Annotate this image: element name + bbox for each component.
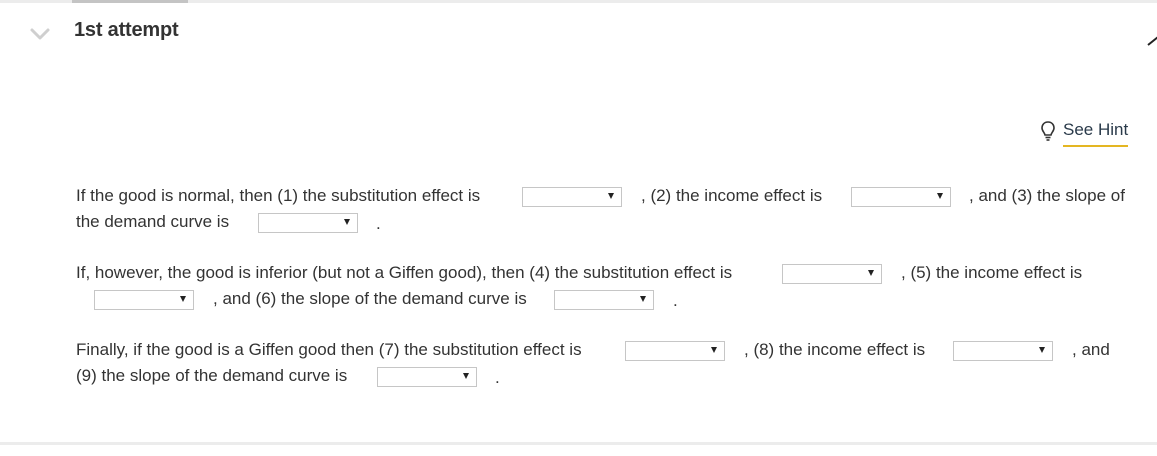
q3-text-part3: , and bbox=[1072, 340, 1110, 359]
dropdown-arrow-icon bbox=[640, 296, 646, 302]
q1-end-period: . bbox=[376, 214, 381, 233]
lightbulb-icon bbox=[1041, 121, 1055, 141]
dropdown-9-slope-giffen[interactable] bbox=[377, 367, 477, 387]
attempt-title: 1st attempt bbox=[74, 19, 179, 41]
dropdown-arrow-icon bbox=[1039, 347, 1045, 353]
dropdown-arrow-icon bbox=[868, 270, 874, 276]
dropdown-6-slope-inferior[interactable] bbox=[554, 290, 654, 310]
q2-text-part3: , and (6) the slope of the demand curve … bbox=[213, 289, 527, 308]
q2-text-part2: , (5) the income effect is bbox=[901, 263, 1083, 282]
collapse-toggle[interactable] bbox=[28, 24, 52, 44]
chevron-down-icon bbox=[30, 28, 50, 40]
dropdown-arrow-icon bbox=[937, 193, 943, 199]
q3-text-part2: , (8) the income effect is bbox=[744, 340, 926, 359]
q3-end-period: . bbox=[495, 368, 500, 387]
dropdown-arrow-icon bbox=[344, 219, 350, 225]
q1-text-part4: the demand curve is bbox=[76, 212, 230, 231]
bottom-border bbox=[0, 442, 1157, 445]
dropdown-3-slope-normal[interactable] bbox=[258, 213, 358, 233]
dropdown-5-income-inferior[interactable] bbox=[94, 290, 194, 310]
dropdown-arrow-icon bbox=[608, 193, 614, 199]
q3-text-part4: (9) the slope of the demand curve is bbox=[76, 366, 348, 385]
dropdown-arrow-icon bbox=[180, 296, 186, 302]
see-hint-label: See Hint bbox=[1063, 119, 1129, 147]
q2-text-part1: If, however, the good is inferior (but n… bbox=[76, 263, 733, 282]
dropdown-8-income-giffen[interactable] bbox=[953, 341, 1053, 361]
q1-text-part2: , (2) the income effect is bbox=[641, 186, 823, 205]
dropdown-4-substitution-inferior[interactable] bbox=[782, 264, 882, 284]
q1-text-part1: If the good is normal, then (1) the subs… bbox=[76, 186, 481, 205]
dropdown-arrow-icon bbox=[463, 373, 469, 379]
q1-text-part3: , and (3) the slope of bbox=[969, 186, 1125, 205]
dropdown-7-substitution-giffen[interactable] bbox=[625, 341, 725, 361]
corner-edge-mark bbox=[1147, 36, 1157, 46]
dropdown-arrow-icon bbox=[711, 347, 717, 353]
dropdown-1-substitution-normal[interactable] bbox=[522, 187, 622, 207]
q2-end-period: . bbox=[673, 291, 678, 310]
see-hint-button[interactable]: See Hint bbox=[1040, 119, 1129, 147]
dropdown-2-income-normal[interactable] bbox=[851, 187, 951, 207]
attempt-tab-indicator bbox=[72, 0, 188, 3]
q3-text-part1: Finally, if the good is a Giffen good th… bbox=[76, 340, 582, 359]
